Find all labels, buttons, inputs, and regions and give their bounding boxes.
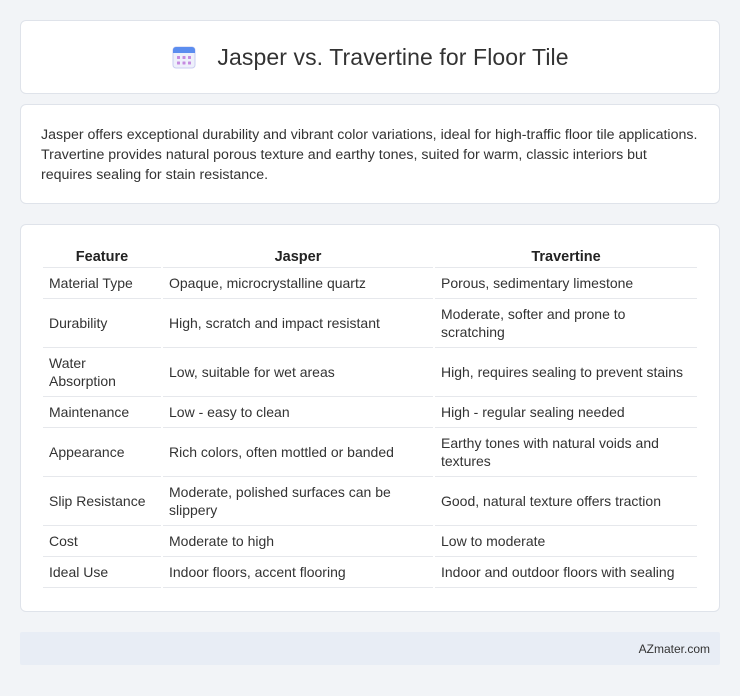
row-travertine: Indoor and outdoor floors with sealing — [435, 557, 697, 588]
row-travertine: Moderate, softer and prone to scratching — [435, 299, 697, 348]
table-row: Ideal Use Indoor floors, accent flooring… — [43, 557, 697, 588]
table-row: Water Absorption Low, suitable for wet a… — [43, 348, 697, 397]
table-row: Slip Resistance Moderate, polished surfa… — [43, 477, 697, 526]
row-travertine: Porous, sedimentary limestone — [435, 268, 697, 299]
row-jasper: Opaque, microcrystalline quartz — [163, 268, 433, 299]
row-jasper: Moderate, polished surfaces can be slipp… — [163, 477, 433, 526]
row-jasper: Indoor floors, accent flooring — [163, 557, 433, 588]
table-row: Maintenance Low - easy to clean High - r… — [43, 397, 697, 428]
row-jasper: Low - easy to clean — [163, 397, 433, 428]
row-travertine: Good, natural texture offers traction — [435, 477, 697, 526]
header-travertine: Travertine — [435, 245, 697, 268]
table-row: Appearance Rich colors, often mottled or… — [43, 428, 697, 477]
table-header-row: Feature Jasper Travertine — [43, 245, 697, 268]
row-travertine: Low to moderate — [435, 526, 697, 557]
table-row: Durability High, scratch and impact resi… — [43, 299, 697, 348]
row-jasper: Low, suitable for wet areas — [163, 348, 433, 397]
row-feature: Ideal Use — [43, 557, 161, 588]
comparison-table-card: Feature Jasper Travertine Material Type … — [20, 224, 720, 612]
title-card: Jasper vs. Travertine for Floor Tile — [20, 20, 720, 94]
table-row: Cost Moderate to high Low to moderate — [43, 526, 697, 557]
footer-brand[interactable]: AZmater.com — [639, 642, 710, 656]
header-jasper: Jasper — [163, 245, 433, 268]
page-title: Jasper vs. Travertine for Floor Tile — [217, 43, 569, 70]
row-feature: Cost — [43, 526, 161, 557]
header-feature: Feature — [43, 245, 161, 268]
row-feature: Durability — [43, 299, 161, 348]
row-travertine: High, requires sealing to prevent stains — [435, 348, 697, 397]
intro-card: Jasper offers exceptional durability and… — [20, 104, 720, 204]
row-jasper: High, scratch and impact resistant — [163, 299, 433, 348]
intro-text: Jasper offers exceptional durability and… — [41, 127, 698, 183]
row-travertine: High - regular sealing needed — [435, 397, 697, 428]
footer: AZmater.com — [20, 632, 720, 665]
row-jasper: Moderate to high — [163, 526, 433, 557]
row-travertine: Earthy tones with natural voids and text… — [435, 428, 697, 477]
calendar-icon — [172, 46, 196, 69]
row-feature: Appearance — [43, 428, 161, 477]
row-jasper: Rich colors, often mottled or banded — [163, 428, 433, 477]
row-feature: Maintenance — [43, 397, 161, 428]
row-feature: Slip Resistance — [43, 477, 161, 526]
table-row: Material Type Opaque, microcrystalline q… — [43, 268, 697, 299]
row-feature: Water Absorption — [43, 348, 161, 397]
row-feature: Material Type — [43, 268, 161, 299]
comparison-table: Feature Jasper Travertine Material Type … — [41, 245, 699, 588]
